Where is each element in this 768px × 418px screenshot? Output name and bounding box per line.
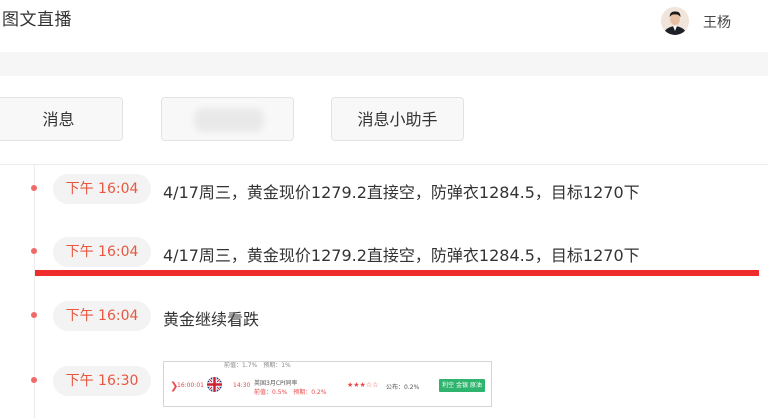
header-divider-band xyxy=(0,52,768,76)
page-title: 图文直播 xyxy=(2,10,72,30)
tab-row: 消息 消息小助手 xyxy=(0,76,768,165)
highlight-divider xyxy=(35,270,759,276)
avatar[interactable] xyxy=(661,7,689,35)
timeline-time: 下午 16:04 xyxy=(53,301,151,331)
timeline-dot xyxy=(31,377,37,383)
card-top-text: 前值：1.7% 预期：1% xyxy=(224,362,291,369)
card-importance-stars: ★★★☆☆ xyxy=(347,381,379,389)
header-bar: 图文直播 王杨 xyxy=(0,0,768,52)
timeline-message: 4/17周三，黄金现价1279.2直接空，防弹衣1284.5，目标1270下 xyxy=(163,183,640,202)
tab-blurred[interactable] xyxy=(161,97,294,141)
timeline-dot xyxy=(31,312,37,318)
card-indicator-name: 英国3月CPI同率 xyxy=(254,380,298,387)
card-impact-button: 利空 金银 原油 xyxy=(439,379,485,392)
tab-messages[interactable]: 消息 xyxy=(0,97,123,141)
timeline-dot xyxy=(31,185,37,191)
timeline-time: 下午 16:30 xyxy=(53,366,151,396)
timeline-item: 下午 16:04 4/17周三，黄金现价1279.2直接空，防弹衣1284.5，… xyxy=(0,170,768,204)
uk-flag-icon xyxy=(207,377,222,392)
timeline-item: 下午 16:04 4/17周三，黄金现价1279.2直接空，防弹衣1284.5，… xyxy=(0,233,768,267)
embedded-screenshot[interactable]: 前值：1.7% 预期：1% ❯ 16:00:01 14:30 英国3月CPI同率… xyxy=(163,361,492,407)
tab-message-assistant[interactable]: 消息小助手 xyxy=(331,97,464,141)
timeline-item: 下午 16:04 黄金继续看跌 xyxy=(0,297,768,331)
blurred-label xyxy=(194,108,264,132)
card-published-value: 公布：0.2% xyxy=(386,384,420,391)
timeline-message: 4/17周三，黄金现价1279.2直接空，防弹衣1284.5，目标1270下 xyxy=(163,246,640,265)
timeline-time: 下午 16:04 xyxy=(53,237,151,267)
card-time-right: 14:30 xyxy=(233,382,251,389)
card-time-left: 16:00:01 xyxy=(177,382,204,389)
user-name[interactable]: 王杨 xyxy=(703,12,731,32)
timeline-dot xyxy=(31,248,37,254)
timeline-message: 黄金继续看跌 xyxy=(163,310,260,329)
user-avatar-icon xyxy=(661,7,689,35)
card-indicator-values: 前值：0.5% 预期：0.2% xyxy=(254,389,327,396)
timeline-time: 下午 16:04 xyxy=(53,174,151,204)
live-timeline: 下午 16:04 4/17周三，黄金现价1279.2直接空，防弹衣1284.5，… xyxy=(0,165,768,418)
